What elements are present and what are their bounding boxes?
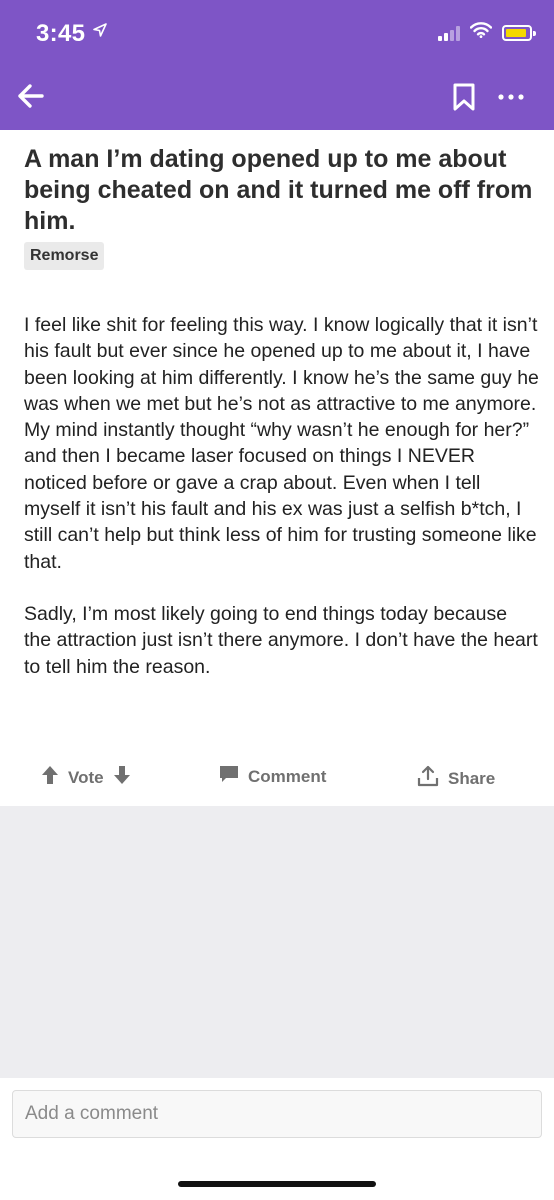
status-indicators bbox=[438, 22, 536, 43]
status-time: 3:45 bbox=[36, 20, 86, 47]
vote-label: Vote bbox=[68, 767, 104, 787]
comment-input[interactable] bbox=[13, 1091, 541, 1137]
more-options-button[interactable] bbox=[496, 86, 526, 108]
bookmark-button[interactable] bbox=[448, 80, 480, 114]
share-button[interactable]: Share bbox=[416, 764, 495, 793]
post-paragraph: Sadly, I’m most likely going to end thin… bbox=[24, 602, 538, 678]
cellular-signal-icon bbox=[438, 25, 460, 41]
battery-icon bbox=[502, 24, 536, 41]
post-title: A man I’m dating opened up to me about b… bbox=[24, 145, 533, 235]
home-indicator[interactable] bbox=[178, 1181, 376, 1187]
comment-bar bbox=[12, 1090, 542, 1138]
back-button[interactable] bbox=[14, 80, 48, 112]
wifi-icon bbox=[469, 22, 493, 43]
share-icon bbox=[416, 764, 440, 793]
bookmark-icon bbox=[453, 83, 475, 111]
location-arrow-icon bbox=[92, 22, 108, 43]
upvote-icon[interactable] bbox=[40, 764, 60, 791]
downvote-icon[interactable] bbox=[112, 764, 132, 791]
back-arrow-icon bbox=[18, 84, 44, 108]
comment-label: Comment bbox=[248, 766, 327, 786]
post-paragraph: I feel like shit for feeling this way. I… bbox=[24, 314, 539, 573]
comment-icon bbox=[218, 764, 240, 789]
comment-button[interactable]: Comment bbox=[218, 764, 326, 789]
post-body: I feel like shit for feeling this way. I… bbox=[24, 312, 539, 706]
more-dots-icon bbox=[498, 94, 524, 100]
app-header: 3:45 bbox=[0, 0, 554, 130]
share-label: Share bbox=[448, 768, 496, 788]
vote-control: Vote bbox=[40, 764, 132, 791]
post-actions: Vote Comment Share bbox=[0, 756, 554, 800]
comments-area bbox=[0, 806, 554, 1078]
topic-tag[interactable]: Remorse bbox=[24, 242, 105, 270]
